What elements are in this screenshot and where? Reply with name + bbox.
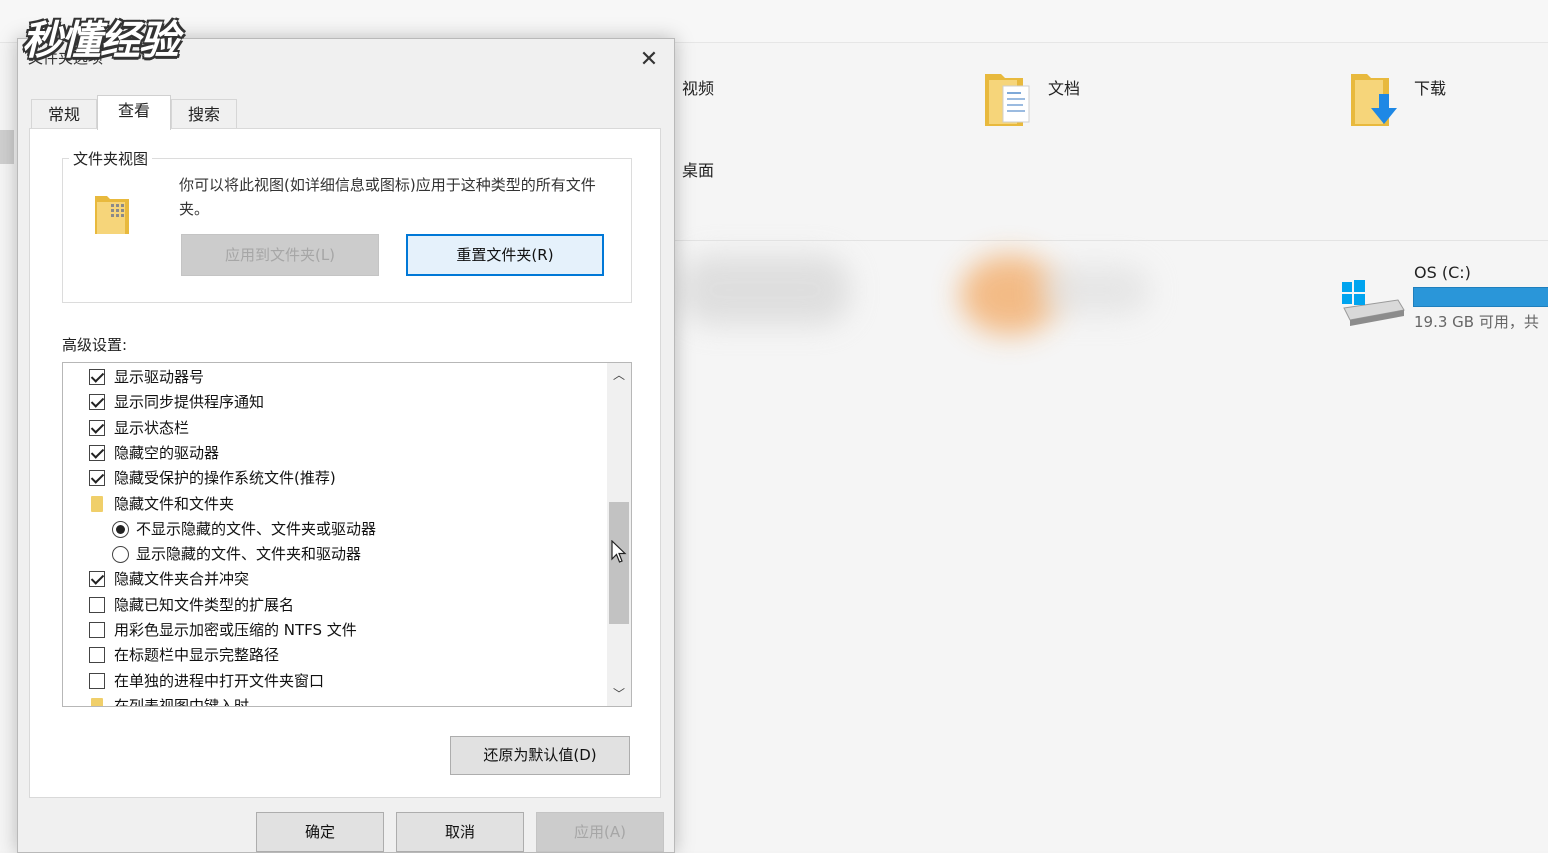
blurred-drive-text xyxy=(1040,265,1150,315)
os-drive-icon[interactable] xyxy=(1340,278,1406,328)
advanced-setting-label: 显示隐藏的文件、文件夹和驱动器 xyxy=(136,545,362,564)
documents-folder-icon[interactable] xyxy=(983,68,1037,130)
reset-folders-button[interactable]: 重置文件夹(R) xyxy=(406,234,604,276)
advanced-setting-row[interactable]: 显示同步提供程序通知 xyxy=(63,390,603,415)
drive-usage-bar xyxy=(1413,287,1548,307)
os-drive-name[interactable]: OS (C:) xyxy=(1414,263,1471,282)
advanced-setting-label: 隐藏受保护的操作系统文件(推荐) xyxy=(114,469,336,488)
drive-free-space: 19.3 GB 可用，共 xyxy=(1414,313,1539,331)
advanced-setting-label: 隐藏文件夹合并冲突 xyxy=(114,570,250,589)
view-tab-panel: 文件夹视图 你可以将此视图(如详细信息或图标)应用于这种类型的所有文件夹。 应用… xyxy=(29,128,661,798)
checkbox-checked[interactable] xyxy=(89,419,105,436)
folder-videos-label[interactable]: 视频 xyxy=(682,75,714,99)
folder-desktop-label[interactable]: 桌面 xyxy=(682,157,714,181)
ok-button[interactable]: 确定 xyxy=(256,812,384,852)
advanced-setting-label: 在列表视图中键入时 xyxy=(114,696,250,707)
scroll-down-icon[interactable]: ﹀ xyxy=(607,682,631,706)
folder-icon xyxy=(91,697,103,706)
advanced-setting-row[interactable]: 不显示隐藏的文件、文件夹或驱动器 xyxy=(63,517,603,542)
advanced-setting-label: 显示状态栏 xyxy=(114,418,190,437)
apply-button[interactable]: 应用(A) xyxy=(536,812,664,852)
nav-pane-edge xyxy=(0,130,14,164)
folder-documents-label[interactable]: 文档 xyxy=(1048,75,1080,99)
tab-general[interactable]: 常规 xyxy=(31,99,97,129)
advanced-setting-label: 显示同步提供程序通知 xyxy=(114,393,265,412)
advanced-setting-label: 用彩色显示加密或压缩的 NTFS 文件 xyxy=(114,621,357,639)
tab-search[interactable]: 搜索 xyxy=(171,99,237,129)
advanced-setting-label: 在单独的进程中打开文件夹窗口 xyxy=(114,671,325,690)
radio-selected[interactable] xyxy=(112,520,129,538)
advanced-settings-label: 高级设置: xyxy=(62,336,128,354)
radio-unselected[interactable] xyxy=(112,546,129,564)
advanced-setting-label: 显示驱动器号 xyxy=(114,368,205,386)
advanced-setting-row[interactable]: 在单独的进程中打开文件夹窗口 xyxy=(63,669,603,694)
checkbox-checked[interactable] xyxy=(89,369,105,385)
checkbox-unchecked[interactable] xyxy=(89,672,105,689)
restore-defaults-button[interactable]: 还原为默认值(D) xyxy=(450,736,630,775)
checkbox-checked[interactable] xyxy=(89,394,105,411)
advanced-setting-row[interactable]: 在标题栏中显示完整路径 xyxy=(63,643,603,668)
advanced-setting-row[interactable]: 显示驱动器号 xyxy=(63,365,603,390)
advanced-setting-row[interactable]: 用彩色显示加密或压缩的 NTFS 文件 xyxy=(63,618,603,643)
explorer-toolbar-area xyxy=(0,0,1548,43)
close-icon[interactable]: ✕ xyxy=(632,45,666,75)
folder-views-icon xyxy=(95,196,129,234)
section-divider xyxy=(675,240,1548,241)
downloads-folder-icon[interactable] xyxy=(1349,68,1405,130)
checkbox-unchecked[interactable] xyxy=(89,596,105,613)
checkbox-unchecked[interactable] xyxy=(89,622,105,638)
folder-downloads-label[interactable]: 下载 xyxy=(1414,75,1446,99)
advanced-setting-row[interactable]: 隐藏受保护的操作系统文件(推荐) xyxy=(63,466,603,491)
advanced-setting-row[interactable]: 显示状态栏 xyxy=(63,416,603,441)
advanced-setting-row[interactable]: 隐藏文件夹合并冲突 xyxy=(63,567,603,592)
advanced-list-scrollbar[interactable]: ︿ ﹀ xyxy=(607,363,631,706)
advanced-setting-row[interactable]: 显示隐藏的文件、文件夹和驱动器 xyxy=(63,542,603,567)
folder-views-group: 文件夹视图 你可以将此视图(如详细信息或图标)应用于这种类型的所有文件夹。 应用… xyxy=(62,148,632,303)
cancel-button[interactable]: 取消 xyxy=(396,812,524,852)
apply-to-folders-button[interactable]: 应用到文件夹(L) xyxy=(181,234,379,276)
advanced-setting-label: 隐藏文件和文件夹 xyxy=(114,494,235,513)
advanced-setting-label: 在标题栏中显示完整路径 xyxy=(114,646,280,665)
advanced-setting-row: 隐藏文件和文件夹 xyxy=(63,492,603,517)
advanced-setting-label: 不显示隐藏的文件、文件夹或驱动器 xyxy=(136,519,377,538)
advanced-settings-list[interactable]: 显示驱动器号显示同步提供程序通知 显示状态栏隐藏空的驱动器隐藏受保护的操作系统文件… xyxy=(62,362,632,707)
folder-options-dialog: 文件夹选项 ✕ 常规 查看 搜索 文件夹视图 你可以将此视图(如详细信息或图标)… xyxy=(17,38,675,853)
advanced-setting-row[interactable]: 隐藏空的驱动器 xyxy=(63,441,603,466)
mouse-cursor-icon xyxy=(611,540,627,563)
scroll-up-icon[interactable]: ︿ xyxy=(607,363,631,387)
advanced-setting-label: 隐藏空的驱动器 xyxy=(114,443,220,462)
advanced-setting-row[interactable]: 隐藏已知文件类型的扩展名 xyxy=(63,593,603,618)
advanced-setting-row: 在列表视图中键入时 xyxy=(63,694,603,707)
folder-icon xyxy=(91,495,103,512)
folder-views-legend: 文件夹视图 xyxy=(69,148,153,169)
tab-view[interactable]: 查看 xyxy=(97,95,171,130)
advanced-setting-label: 隐藏已知文件类型的扩展名 xyxy=(114,595,295,614)
checkbox-checked[interactable] xyxy=(89,571,105,588)
checkbox-checked[interactable] xyxy=(89,444,105,461)
folder-views-description: 你可以将此视图(如详细信息或图标)应用于这种类型的所有文件夹。 xyxy=(179,176,596,218)
watermark-logo: 秒懂经验 xyxy=(22,18,179,64)
checkbox-checked[interactable] xyxy=(89,470,105,487)
checkbox-unchecked[interactable] xyxy=(89,647,105,664)
blurred-drive-item xyxy=(680,255,850,325)
